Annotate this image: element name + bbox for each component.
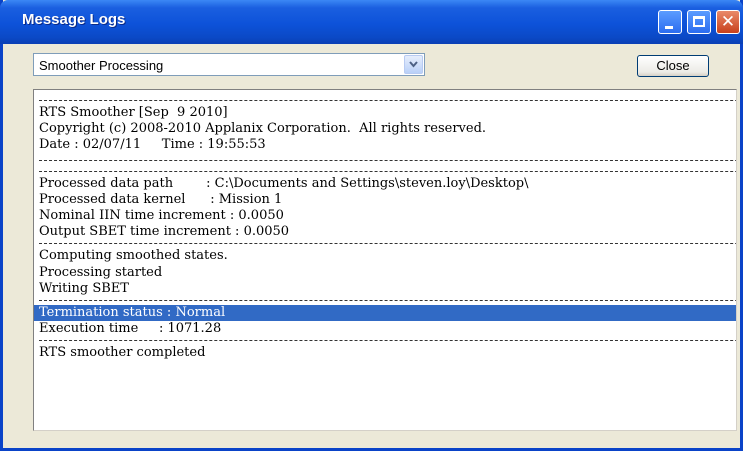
- log-line-selected[interactable]: Termination status : Normal: [34, 304, 736, 322]
- close-button[interactable]: Close: [637, 55, 709, 77]
- log-content: RTS Smoother [Sep 9 2010] Copyright (c) …: [34, 97, 736, 361]
- separator: [34, 297, 736, 305]
- minimize-icon: [665, 26, 673, 29]
- dropdown-selected-value: Smoother Processing: [39, 58, 164, 73]
- dropdown-arrow-button[interactable]: [404, 55, 423, 74]
- log-line: Processed data kernel : Mission 1: [39, 191, 283, 207]
- log-line: Processing started: [39, 264, 163, 280]
- log-line: Processed data path : C:\Documents and S…: [39, 175, 529, 191]
- log-line: Output SBET time increment : 0.0050: [39, 224, 290, 240]
- chevron-down-icon: [409, 61, 418, 68]
- log-line: RTS Smoother [Sep 9 2010]: [39, 105, 228, 120]
- log-line: Writing SBET: [39, 280, 129, 296]
- minimize-button[interactable]: [658, 10, 682, 34]
- separator: [34, 157, 736, 165]
- log-line: Computing smoothed states.: [39, 248, 228, 264]
- message-logs-window: Message Logs ✕ Smoother Processing Close…: [0, 0, 743, 451]
- log-line: Copyright (c) 2008-2010 Applanix Corpora…: [39, 121, 487, 137]
- log-text-area[interactable]: RTS Smoother [Sep 9 2010] Copyright (c) …: [33, 89, 737, 431]
- maximize-button[interactable]: [687, 10, 711, 34]
- log-type-dropdown[interactable]: Smoother Processing: [33, 53, 425, 76]
- separator: [34, 240, 736, 248]
- log-line: Date : 02/07/11 Time : 19:55:53: [39, 137, 266, 153]
- separator: [34, 337, 736, 345]
- close-icon: ✕: [720, 12, 736, 32]
- window-title: Message Logs: [22, 11, 126, 28]
- title-bar[interactable]: Message Logs ✕: [0, 0, 743, 44]
- log-line: Nominal IIN time increment : 0.0050: [39, 207, 284, 223]
- window-close-button[interactable]: ✕: [716, 10, 740, 34]
- maximize-icon: [693, 16, 705, 27]
- separator: [34, 168, 736, 176]
- log-line: RTS smoother completed: [39, 345, 206, 361]
- separator: [34, 97, 736, 105]
- log-line: Execution time : 1071.28: [39, 321, 222, 337]
